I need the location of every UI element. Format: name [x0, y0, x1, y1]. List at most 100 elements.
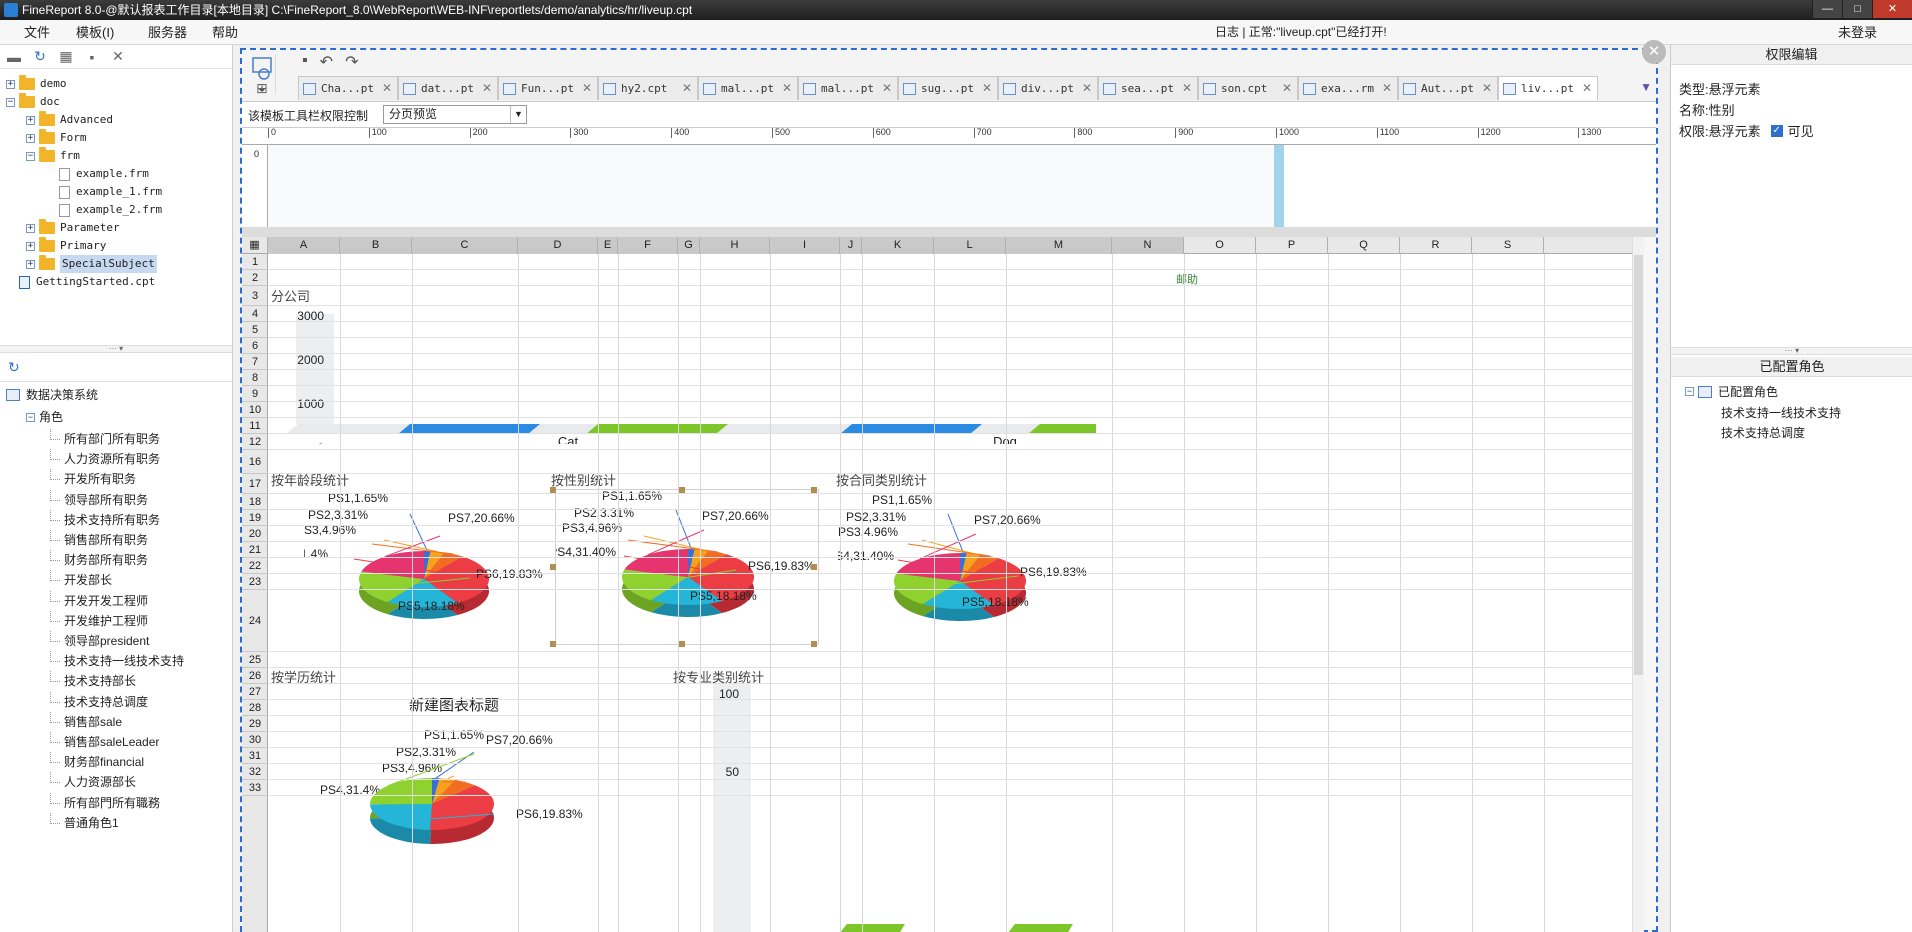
- resize-handle[interactable]: [550, 641, 556, 647]
- configured-role-item[interactable]: 技术支持一线技术支持: [1721, 404, 1841, 421]
- role-item[interactable]: 人力资源所有职务: [50, 449, 160, 469]
- tab-close-icon[interactable]: ✕: [1382, 81, 1392, 95]
- row-header[interactable]: 5: [242, 322, 268, 338]
- tree-node[interactable]: − frm: [26, 147, 80, 165]
- row-header[interactable]: 6: [242, 338, 268, 354]
- role-item[interactable]: 开发维护工程师: [50, 610, 148, 631]
- column-header[interactable]: B: [340, 237, 412, 254]
- row-header[interactable]: 4: [242, 306, 268, 322]
- pie-slice[interactable]: [370, 778, 432, 805]
- row-header[interactable]: 12: [242, 434, 268, 450]
- tab-close-icon[interactable]: ✕: [1282, 81, 1292, 95]
- resize-handle[interactable]: [550, 564, 556, 570]
- tab-close-icon[interactable]: ✕: [1182, 81, 1192, 95]
- column-header[interactable]: G: [678, 237, 700, 254]
- template-tab[interactable]: Fun...pt ✕: [498, 76, 598, 100]
- row-header[interactable]: 31: [242, 748, 268, 764]
- row-header[interactable]: 11: [242, 418, 268, 434]
- role-item[interactable]: 所有部門所有職務: [50, 792, 160, 813]
- tab-close-icon[interactable]: ✕: [1582, 81, 1592, 95]
- tab-close-icon[interactable]: ✕: [482, 81, 492, 95]
- role-item[interactable]: 普通角色1: [50, 812, 119, 833]
- grid-vertical-scrollbar[interactable]: [1632, 237, 1644, 932]
- row-header[interactable]: 26: [242, 668, 268, 684]
- resize-handle[interactable]: [811, 564, 817, 570]
- role-item[interactable]: 技术支持部长: [50, 671, 136, 691]
- template-tab[interactable]: sea...pt ✕: [1098, 76, 1198, 100]
- tree-node[interactable]: + Form: [26, 129, 87, 147]
- column-header[interactable]: D: [518, 237, 598, 254]
- login-status[interactable]: 未登录: [1838, 20, 1877, 45]
- collapse-icon[interactable]: −: [1685, 387, 1694, 396]
- role-item[interactable]: 人力资源部长: [50, 772, 136, 792]
- menu-help[interactable]: 帮助: [212, 20, 238, 45]
- role-item[interactable]: 技术支持一线技术支持: [50, 651, 184, 671]
- view-icon[interactable]: ▦: [58, 48, 74, 65]
- column-header[interactable]: F: [618, 237, 678, 254]
- row-header[interactable]: 3: [242, 286, 268, 306]
- template-tab[interactable]: mal...pt ✕: [698, 76, 798, 100]
- role-system-node[interactable]: 数据决策系统: [6, 385, 98, 405]
- role-item[interactable]: 领导部所有职务: [50, 489, 148, 510]
- role-item[interactable]: 技术支持总调度: [50, 691, 148, 712]
- template-tab[interactable]: exa...rm ✕: [1298, 76, 1398, 100]
- template-tab[interactable]: Cha...pt ✕: [298, 76, 398, 100]
- column-header[interactable]: J: [840, 237, 862, 254]
- role-item[interactable]: 开发部长: [50, 570, 112, 590]
- template-tab[interactable]: Aut...pt ✕: [1398, 76, 1498, 100]
- template-tab[interactable]: son.cpt ✕: [1198, 76, 1298, 100]
- chart-education-pie[interactable]: 新建图表标题 PS1,1.65%PS2,3.31%PS3,4.96%PS4,31…: [304, 684, 604, 932]
- role-group-node[interactable]: − 角色: [26, 407, 63, 427]
- column-header[interactable]: L: [934, 237, 1006, 254]
- chart-gender-pie[interactable]: PS1,1.65%PS2,3.31%PS3,4.96%PS4,31.40%PS5…: [549, 489, 819, 645]
- row-header[interactable]: 22: [242, 558, 268, 574]
- tree-node[interactable]: example.frm: [46, 165, 149, 183]
- column-header[interactable]: P: [1256, 237, 1328, 254]
- expand-icon[interactable]: +: [26, 115, 35, 125]
- column-header[interactable]: N: [1112, 237, 1184, 254]
- column-header[interactable]: A: [268, 237, 340, 254]
- close-window-button[interactable]: ✕: [1872, 0, 1912, 18]
- tab-close-icon[interactable]: ✕: [582, 81, 592, 95]
- tree-node[interactable]: GettingStarted.cpt: [6, 273, 155, 291]
- left-splitter[interactable]: ··· ▾: [0, 345, 232, 353]
- tree-node[interactable]: + SpecialSubject: [26, 255, 157, 273]
- row-header[interactable]: 2: [242, 270, 268, 286]
- tree-node[interactable]: + Advanced: [26, 111, 113, 129]
- role-item[interactable]: 开发所有职务: [50, 469, 136, 489]
- tab-close-icon[interactable]: ✕: [782, 81, 792, 95]
- refresh-roles-icon[interactable]: ↻: [8, 359, 20, 376]
- row-header[interactable]: 17: [242, 474, 268, 494]
- grid-cells[interactable]: 分公司 邮助 3000200010000CatDog 按年龄段统计 按性别统计 …: [268, 254, 1644, 932]
- chart-contract-pie[interactable]: PS1,1.65% PS2,3.31%PS3,4.96% PS4,31.40% PS5…: [827, 493, 1100, 644]
- tab-close-icon[interactable]: ✕: [382, 81, 392, 95]
- column-header[interactable]: I: [770, 237, 840, 254]
- role-item[interactable]: 销售部sale: [50, 711, 122, 732]
- row-header[interactable]: 8: [242, 370, 268, 386]
- column-header[interactable]: C: [412, 237, 518, 254]
- row-header[interactable]: 24: [242, 590, 268, 652]
- row-header[interactable]: 1: [242, 254, 268, 270]
- role-item[interactable]: 销售部saleLeader: [50, 732, 159, 752]
- tab-close-icon[interactable]: ✕: [982, 81, 992, 95]
- column-header[interactable]: E: [598, 237, 618, 254]
- menu-file[interactable]: 文件: [24, 20, 50, 45]
- template-tab[interactable]: sug...pt ✕: [898, 76, 998, 100]
- column-header[interactable]: Q: [1328, 237, 1400, 254]
- chart-branch-bar[interactable]: 3000200010000CatDog: [268, 302, 1170, 455]
- expand-icon[interactable]: +: [26, 133, 35, 143]
- row-header[interactable]: 32: [242, 764, 268, 780]
- tab-list-icon[interactable]: ▼: [1640, 80, 1652, 94]
- open-folder-icon[interactable]: ▬: [6, 49, 22, 65]
- row-header[interactable]: 7: [242, 354, 268, 370]
- row-header[interactable]: 10: [242, 402, 268, 418]
- collapse-icon[interactable]: −: [26, 151, 35, 161]
- expand-icon[interactable]: +: [26, 223, 35, 233]
- menu-template[interactable]: 模板(I): [76, 20, 114, 45]
- minimize-button[interactable]: —: [1812, 0, 1842, 18]
- role-item[interactable]: 财务部所有职务: [50, 550, 148, 570]
- tree-node[interactable]: + Parameter: [26, 219, 120, 237]
- tab-close-icon[interactable]: ✕: [1482, 81, 1492, 95]
- resize-handle[interactable]: [679, 641, 685, 647]
- row-header[interactable]: 28: [242, 700, 268, 716]
